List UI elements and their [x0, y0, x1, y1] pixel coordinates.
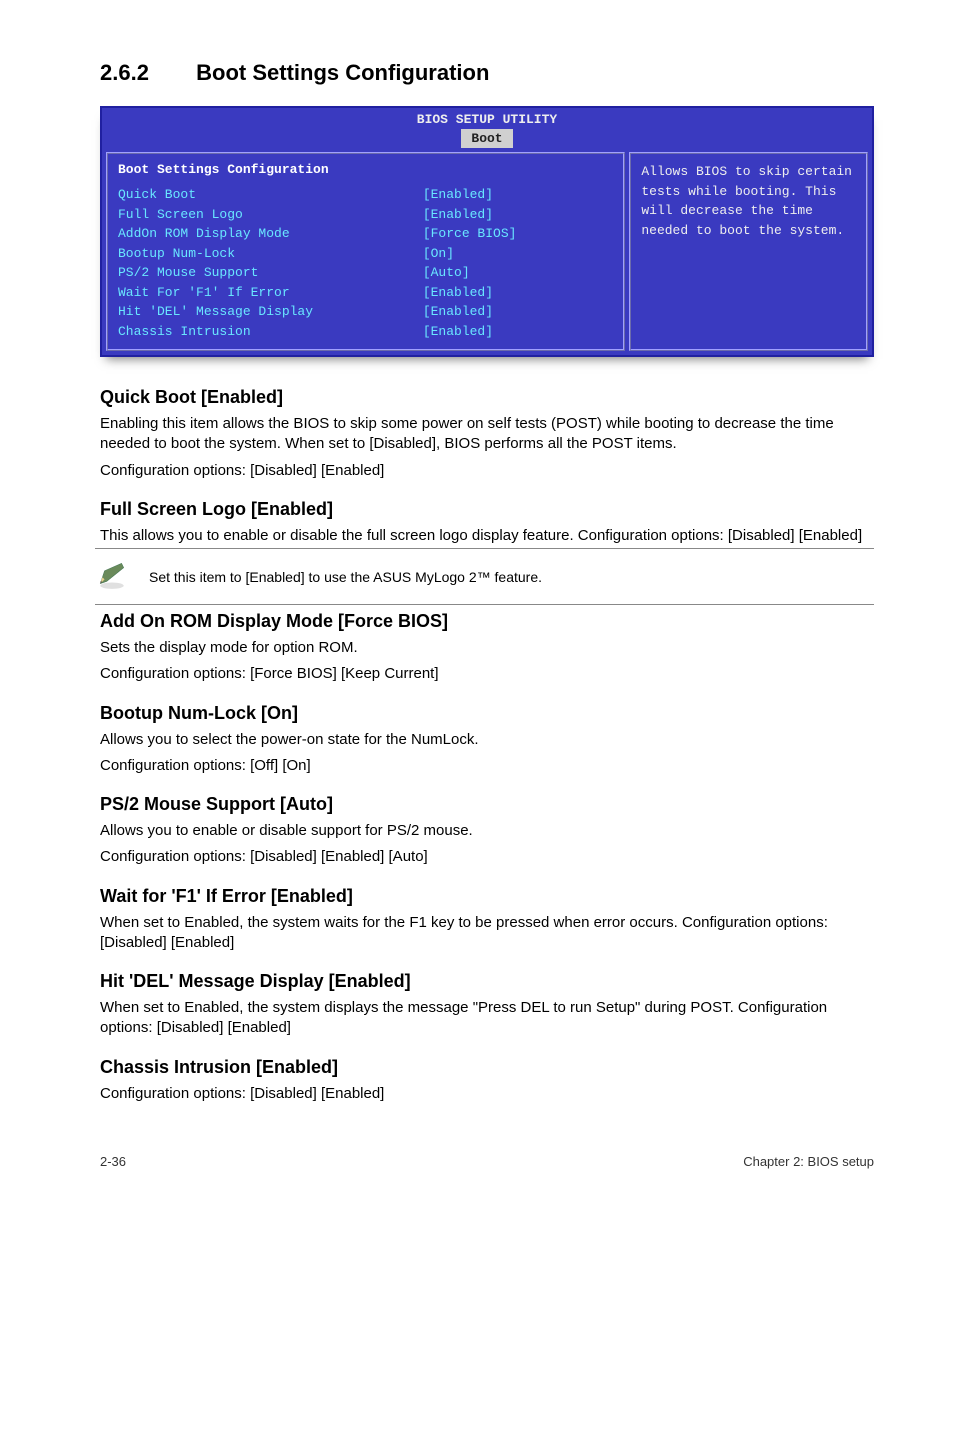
bios-row-value: [Enabled] — [423, 283, 614, 303]
bios-row: Bootup Num-Lock [On] — [118, 244, 613, 264]
footer-chapter: Chapter 2: BIOS setup — [743, 1154, 874, 1169]
bios-row-value: [Enabled] — [423, 322, 614, 342]
note-callout: Set this item to [Enabled] to use the AS… — [95, 548, 874, 605]
bios-row-label: PS/2 Mouse Support — [118, 263, 423, 283]
bios-row-label: Quick Boot — [118, 185, 423, 205]
bios-setup-panel: BIOS SETUP UTILITY Boot Boot Settings Co… — [100, 106, 874, 357]
bios-row-label: Wait For 'F1' If Error — [118, 283, 423, 303]
item-text: When set to Enabled, the system waits fo… — [100, 913, 874, 954]
section-heading: 2.6.2 Boot Settings Configuration — [100, 60, 874, 86]
bios-row-value: [Enabled] — [423, 185, 614, 205]
bios-row-value: [On] — [423, 244, 614, 264]
bios-row: AddOn ROM Display Mode [Force BIOS] — [118, 224, 613, 244]
bios-row-value: [Enabled] — [423, 302, 614, 322]
section-number: 2.6.2 — [100, 60, 190, 86]
bios-row-value: [Force BIOS] — [423, 224, 614, 244]
bios-header: BIOS SETUP UTILITY Boot — [102, 108, 872, 148]
item-title: Bootup Num-Lock [On] — [100, 703, 874, 724]
bios-tab-boot: Boot — [461, 129, 512, 148]
item-text: This allows you to enable or disable the… — [100, 526, 874, 546]
note-text: Set this item to [Enabled] to use the AS… — [149, 569, 542, 585]
footer-page-number: 2-36 — [100, 1154, 126, 1169]
item-title: Add On ROM Display Mode [Force BIOS] — [100, 611, 874, 632]
item-text: Enabling this item allows the BIOS to sk… — [100, 414, 874, 455]
bios-settings-list: Boot Settings Configuration Quick Boot [… — [106, 152, 625, 351]
bios-row: Hit 'DEL' Message Display [Enabled] — [118, 302, 613, 322]
bios-row-label: AddOn ROM Display Mode — [118, 224, 423, 244]
bios-row-label: Hit 'DEL' Message Display — [118, 302, 423, 322]
item-title: Wait for 'F1' If Error [Enabled] — [100, 886, 874, 907]
bios-row: Chassis Intrusion [Enabled] — [118, 322, 613, 342]
item-title: Full Screen Logo [Enabled] — [100, 499, 874, 520]
bios-row-label: Bootup Num-Lock — [118, 244, 423, 264]
item-text: Sets the display mode for option ROM. — [100, 638, 874, 658]
bios-row: PS/2 Mouse Support [Auto] — [118, 263, 613, 283]
item-text: When set to Enabled, the system displays… — [100, 998, 874, 1039]
section-title-text: Boot Settings Configuration — [196, 60, 489, 85]
item-text: Configuration options: [Force BIOS] [Kee… — [100, 664, 874, 684]
item-title: Chassis Intrusion [Enabled] — [100, 1057, 874, 1078]
item-title: Quick Boot [Enabled] — [100, 387, 874, 408]
bios-row: Full Screen Logo [Enabled] — [118, 205, 613, 225]
pencil-icon — [95, 557, 129, 596]
item-title: PS/2 Mouse Support [Auto] — [100, 794, 874, 815]
item-title: Hit 'DEL' Message Display [Enabled] — [100, 971, 874, 992]
item-text: Configuration options: [Disabled] [Enabl… — [100, 847, 874, 867]
bios-row-value: [Auto] — [423, 263, 614, 283]
bios-panel-title: Boot Settings Configuration — [118, 162, 613, 177]
bios-help-panel: Allows BIOS to skip certain tests while … — [629, 152, 868, 351]
bios-help-text: Allows BIOS to skip certain tests while … — [641, 162, 856, 240]
bios-row-label: Full Screen Logo — [118, 205, 423, 225]
item-text: Configuration options: [Disabled] [Enabl… — [100, 461, 874, 481]
bios-row-value: [Enabled] — [423, 205, 614, 225]
item-text: Allows you to enable or disable support … — [100, 821, 874, 841]
bios-row: Wait For 'F1' If Error [Enabled] — [118, 283, 613, 303]
item-text: Allows you to select the power-on state … — [100, 730, 874, 750]
page-footer: 2-36 Chapter 2: BIOS setup — [100, 1154, 874, 1169]
bios-row-label: Chassis Intrusion — [118, 322, 423, 342]
item-text: Configuration options: [Disabled] [Enabl… — [100, 1084, 874, 1104]
item-text: Configuration options: [Off] [On] — [100, 756, 874, 776]
bios-utility-title: BIOS SETUP UTILITY — [102, 112, 872, 127]
bios-row: Quick Boot [Enabled] — [118, 185, 613, 205]
